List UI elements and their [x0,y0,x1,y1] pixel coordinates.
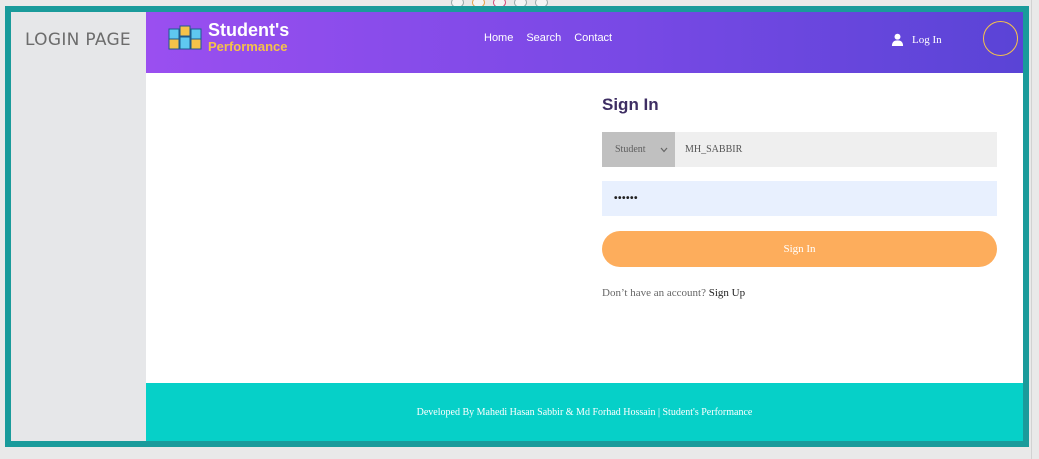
brand-name: Student's [208,20,290,40]
footer-text: Developed By Mahedi Hasan Sabbir & Md Fo… [416,406,753,418]
login-label: Log In [912,33,942,46]
role-select[interactable]: Student [602,132,675,167]
sidebar-title: LOGIN PAGE [25,30,131,50]
signup-prompt: Don’t have an account? [602,287,706,299]
signin-button-label: Sign In [783,243,816,255]
nav-links: Home Search Contact [484,32,612,44]
signin-button[interactable]: Sign In [602,231,997,267]
nav-contact-link[interactable]: Contact [574,32,612,44]
signin-title: Sign In [602,95,659,114]
password-value: •••••• [614,193,639,204]
nav-home-link[interactable]: Home [484,32,513,44]
login-page: Student's Performance Home Search Contac… [146,12,1023,441]
sidebar: LOGIN PAGE [11,12,146,441]
brand-logo[interactable]: Student's Performance [168,21,289,53]
cubes-icon [168,25,202,50]
right-edge-divider [1031,0,1032,459]
signup-prompt-line: Don’t have an account? Sign Up [602,287,745,299]
role-selected-value: Student [615,144,646,155]
user-icon [891,33,904,46]
navbar: Student's Performance Home Search Contac… [146,12,1023,73]
nav-search-link[interactable]: Search [526,32,561,44]
nav-login-link[interactable]: Log In [891,33,942,46]
chevron-down-icon [660,147,668,152]
username-input[interactable]: MH_SABBIR [675,132,997,167]
signup-link[interactable]: Sign Up [709,287,745,299]
username-value: MH_SABBIR [685,144,743,155]
avatar[interactable] [983,21,1018,56]
password-input[interactable]: •••••• [602,181,997,216]
signin-form: Sign In Student MH_SABBIR •••••• Sign In [602,95,997,299]
username-row: Student MH_SABBIR [602,132,997,167]
brand-tagline: Performance [208,39,288,54]
footer: Developed By Mahedi Hasan Sabbir & Md Fo… [146,383,1023,441]
brand-text: Student's Performance [208,21,289,53]
screenshot-frame: LOGIN PAGE Student's Performance Home Se… [5,6,1029,447]
